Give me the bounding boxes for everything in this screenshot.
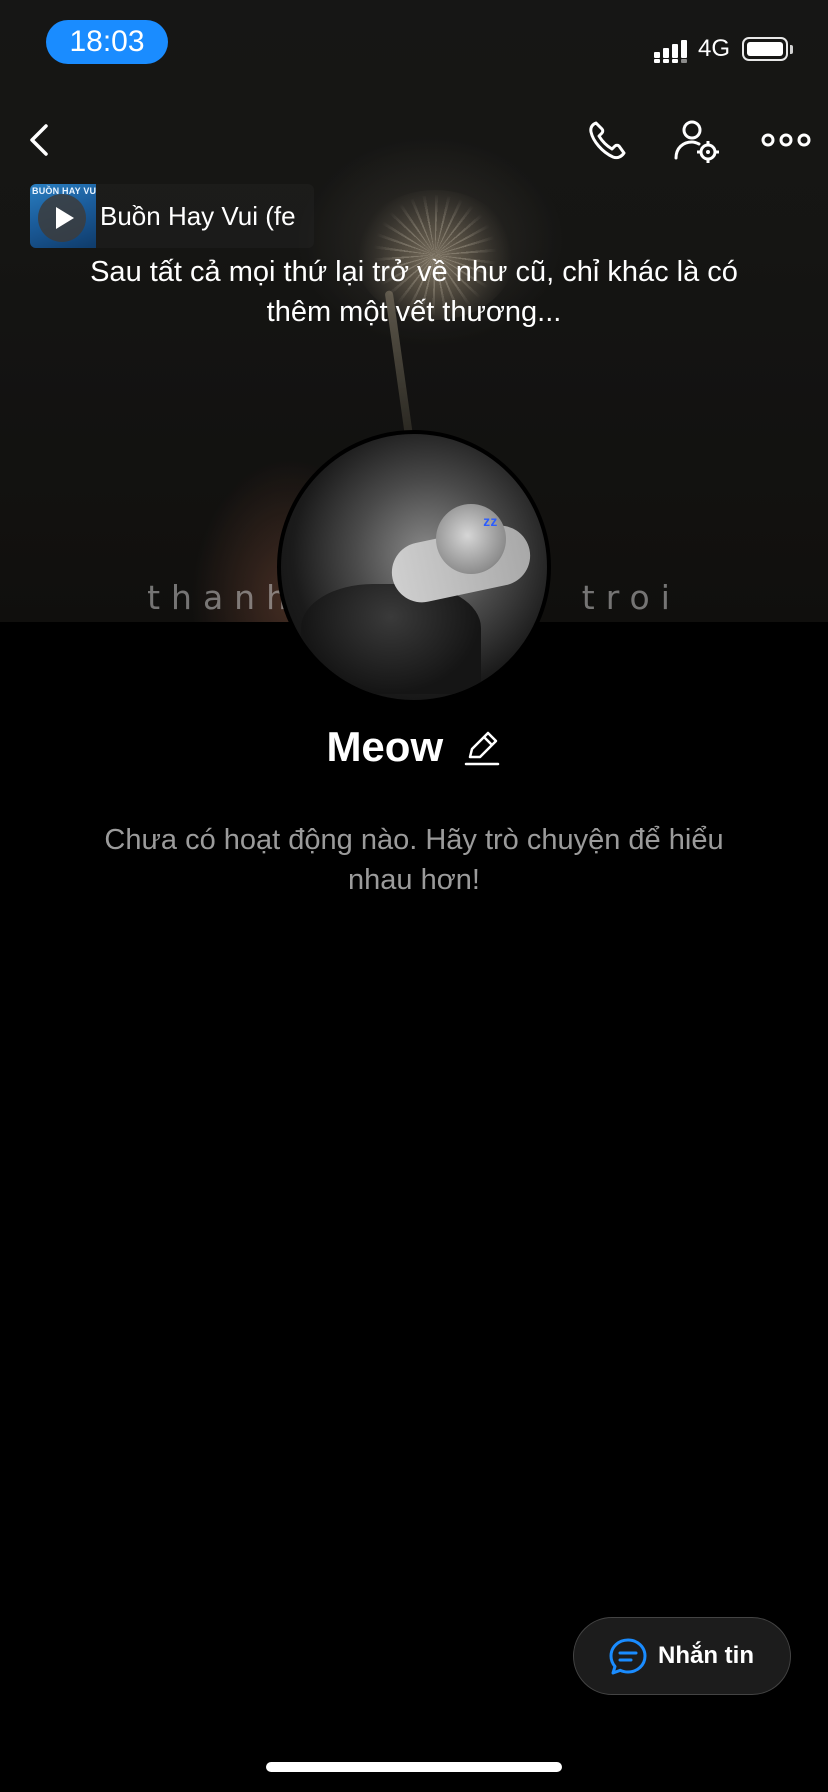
more-horizontal-icon[interactable] [760, 114, 812, 166]
chat-bubble-icon [609, 1638, 647, 1675]
sleeping-icon: ᶻᶻ [483, 514, 498, 536]
battery-icon [742, 37, 788, 61]
phone-icon[interactable] [582, 114, 634, 166]
back-chevron-icon[interactable] [14, 114, 66, 166]
network-type: 4G [698, 35, 731, 62]
edit-pencil-icon[interactable] [462, 727, 502, 767]
profile-music[interactable]: BUỒN HAY VUI Buồn Hay Vui (fe [30, 184, 314, 248]
music-title: Buồn Hay Vui (fe [100, 201, 296, 231]
status-time: 18:03 [46, 20, 168, 64]
battery-tip [790, 45, 793, 54]
profile-name: Meow [326, 723, 444, 770]
avatar[interactable]: ᶻᶻ [277, 430, 551, 704]
profile-name-row: Meow [0, 722, 828, 772]
user-settings-icon[interactable] [670, 114, 722, 166]
album-art: BUỒN HAY VUI [30, 184, 96, 248]
play-icon[interactable] [38, 194, 86, 242]
profile-status-text: Sau tất cả mọi thứ lại trở về như cũ, ch… [90, 256, 738, 328]
avatar-cloth [301, 584, 481, 694]
message-button-label: Nhắn tin [658, 1642, 754, 1669]
home-indicator[interactable] [266, 1762, 562, 1772]
message-button[interactable]: Nhắn tin [573, 1617, 791, 1695]
empty-activity-text: Chưa có hoạt động nào. Hãy trò chuyện để… [104, 824, 724, 896]
signal-icon [654, 40, 687, 63]
